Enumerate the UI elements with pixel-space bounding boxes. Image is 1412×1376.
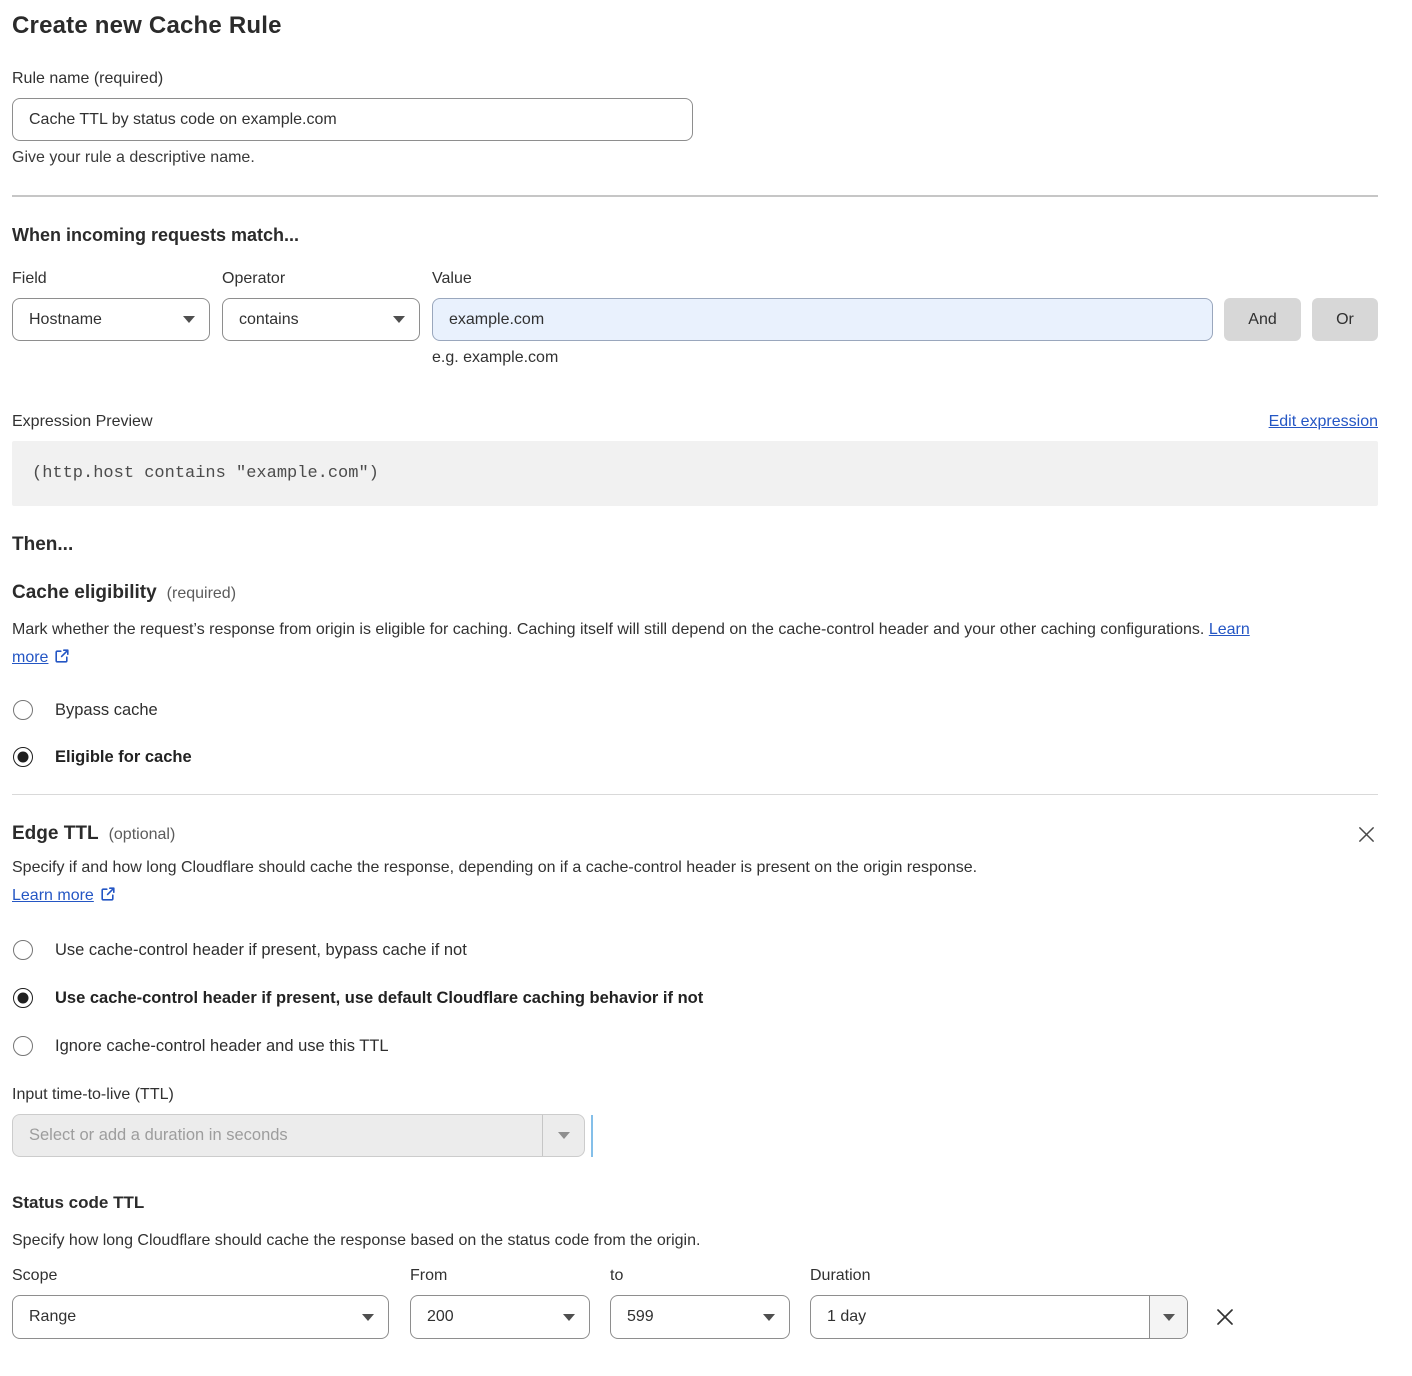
or-button[interactable]: Or xyxy=(1312,298,1378,341)
edge-ttl-option-ignore[interactable]: Ignore cache-control header and use this… xyxy=(12,1036,1378,1056)
rule-name-label: Rule name (required) xyxy=(12,70,1378,88)
operator-select[interactable]: contains xyxy=(222,298,420,341)
expression-code-block: (http.host contains "example.com") xyxy=(12,441,1378,506)
cache-eligibility-heading: Cache eligibility xyxy=(12,582,157,603)
duration-select[interactable]: 1 day xyxy=(810,1295,1188,1339)
edge-ttl-optional-tag: (optional) xyxy=(109,826,176,843)
edge-ttl-learn-more-link[interactable]: Learn more xyxy=(12,887,94,904)
expression-preview-label: Expression Preview xyxy=(12,413,153,431)
edge-ttl-option-default[interactable]: Use cache-control header if present, use… xyxy=(12,988,1378,1008)
text-cursor-indicator xyxy=(591,1115,593,1157)
field-select-value: Hostname xyxy=(29,311,102,329)
edit-expression-link[interactable]: Edit expression xyxy=(1269,413,1378,431)
scope-select[interactable]: Range xyxy=(12,1295,389,1339)
edge-ttl-default-label: Use cache-control header if present, use… xyxy=(55,989,703,1008)
external-link-icon xyxy=(100,884,116,912)
cache-eligibility-required-tag: (required) xyxy=(167,585,236,602)
edge-ttl-description: Specify if and how long Cloudflare shoul… xyxy=(12,854,1022,912)
eligible-for-cache-radio[interactable] xyxy=(13,747,33,767)
chevron-down-icon xyxy=(393,316,405,323)
close-icon xyxy=(1357,832,1376,847)
from-label: From xyxy=(410,1267,590,1285)
value-input[interactable] xyxy=(432,298,1213,341)
field-label: Field xyxy=(12,270,222,288)
match-condition-row: Hostname contains And Or xyxy=(12,298,1378,341)
ttl-duration-arrow[interactable] xyxy=(542,1115,584,1156)
status-code-row-remove-button[interactable] xyxy=(1212,1304,1238,1330)
chevron-down-icon xyxy=(558,1132,570,1139)
then-heading: Then... xyxy=(12,534,1378,556)
section-divider xyxy=(12,794,1378,795)
eligible-for-cache-label: Eligible for cache xyxy=(55,748,192,767)
match-heading: When incoming requests match... xyxy=(12,225,1378,246)
bypass-cache-radio[interactable] xyxy=(13,700,33,720)
bypass-cache-label: Bypass cache xyxy=(55,701,158,720)
ttl-duration-placeholder: Select or add a duration in seconds xyxy=(13,1115,542,1156)
rule-name-help: Give your rule a descriptive name. xyxy=(12,149,1378,167)
to-select[interactable]: 599 xyxy=(610,1295,790,1339)
chevron-down-icon xyxy=(563,1314,575,1321)
operator-select-value: contains xyxy=(239,311,299,329)
chevron-down-icon xyxy=(763,1314,775,1321)
scope-select-value: Range xyxy=(29,1308,76,1326)
rule-name-input[interactable] xyxy=(12,98,693,141)
scope-label: Scope xyxy=(12,1267,389,1285)
chevron-down-icon xyxy=(183,316,195,323)
field-select[interactable]: Hostname xyxy=(12,298,210,341)
status-code-ttl-description: Specify how long Cloudflare should cache… xyxy=(12,1227,1378,1255)
value-help-text: e.g. example.com xyxy=(432,349,1378,367)
expression-code: (http.host contains "example.com") xyxy=(32,464,379,483)
edge-ttl-option-bypass[interactable]: Use cache-control header if present, byp… xyxy=(12,940,1378,960)
operator-label: Operator xyxy=(222,270,432,288)
ttl-input-label: Input time-to-live (TTL) xyxy=(12,1086,1378,1104)
duration-select-arrow[interactable] xyxy=(1149,1296,1187,1338)
external-link-icon xyxy=(54,646,70,674)
edge-ttl-ignore-label: Ignore cache-control header and use this… xyxy=(55,1037,389,1056)
to-select-value: 599 xyxy=(627,1308,654,1326)
chevron-down-icon xyxy=(1163,1314,1175,1321)
edge-ttl-bypass-radio[interactable] xyxy=(13,940,33,960)
value-label: Value xyxy=(432,270,642,288)
edge-ttl-close-button[interactable] xyxy=(1355,823,1378,846)
and-button[interactable]: And xyxy=(1224,298,1301,341)
close-icon xyxy=(1214,1316,1236,1331)
duration-label: Duration xyxy=(810,1267,1188,1285)
edge-ttl-default-radio[interactable] xyxy=(13,988,33,1008)
duration-select-value: 1 day xyxy=(811,1296,1149,1338)
from-select[interactable]: 200 xyxy=(410,1295,590,1339)
match-labels-row: Field Operator Value xyxy=(12,270,1378,288)
edge-ttl-bypass-label: Use cache-control header if present, byp… xyxy=(55,941,467,960)
edge-ttl-heading: Edge TTL xyxy=(12,823,99,844)
ttl-duration-select[interactable]: Select or add a duration in seconds xyxy=(12,1114,585,1157)
from-select-value: 200 xyxy=(427,1308,454,1326)
cache-eligibility-description: Mark whether the request’s response from… xyxy=(12,616,1257,674)
bypass-cache-option[interactable]: Bypass cache xyxy=(12,700,1378,720)
status-code-ttl-row: Scope Range From 200 to 599 Duration 1 d… xyxy=(12,1267,1378,1339)
to-label: to xyxy=(610,1267,790,1285)
chevron-down-icon xyxy=(362,1314,374,1321)
page-title: Create new Cache Rule xyxy=(12,12,1378,40)
edge-ttl-ignore-radio[interactable] xyxy=(13,1036,33,1056)
section-divider xyxy=(12,195,1378,197)
eligible-for-cache-option[interactable]: Eligible for cache xyxy=(12,747,1378,767)
status-code-ttl-heading: Status code TTL xyxy=(12,1193,1378,1213)
